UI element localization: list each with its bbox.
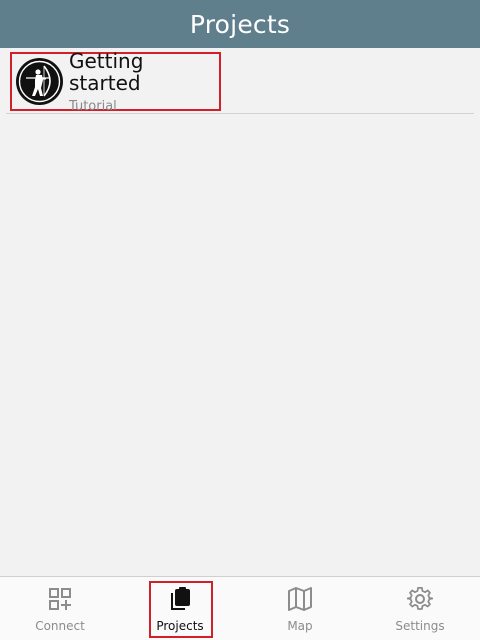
nav-label: Map [287, 619, 313, 633]
project-title: Getting started [69, 48, 144, 95]
nav-label: Settings [395, 619, 445, 633]
nav-settings[interactable]: Settings [360, 577, 480, 640]
page-title: Projects [189, 9, 291, 39]
project-card-getting-started[interactable]: Getting started Tutorial [10, 50, 221, 114]
project-text: Getting started Tutorial [69, 50, 219, 114]
app-root: Projects Getting started Tutorial Connec… [0, 0, 480, 640]
list-item[interactable]: Getting started Tutorial [6, 48, 474, 114]
qr-connect-icon [49, 588, 71, 610]
bottom-navigation: Connect Projects Map Settings [0, 576, 480, 640]
app-header: Projects [0, 0, 480, 48]
project-subtitle: Tutorial [69, 98, 117, 114]
nav-label: Connect [35, 619, 85, 633]
active-highlight [149, 581, 213, 638]
nav-connect[interactable]: Connect [0, 577, 120, 640]
map-icon [288, 587, 312, 611]
gear-icon [407, 587, 433, 610]
nav-projects[interactable]: Projects [120, 577, 240, 640]
archer-icon [16, 58, 63, 105]
nav-map[interactable]: Map [240, 577, 360, 640]
project-list: Getting started Tutorial [6, 48, 474, 114]
